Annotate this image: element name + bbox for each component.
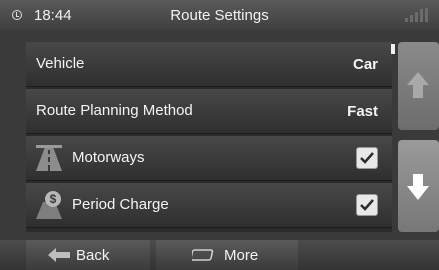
setting-label: Period Charge <box>72 196 169 213</box>
setting-row-motorways[interactable]: Motorways <box>26 136 392 181</box>
back-button[interactable]: Back <box>26 240 150 270</box>
setting-value: Fast <box>347 103 378 120</box>
setting-label: Route Planning Method <box>36 102 193 119</box>
motorways-checkbox[interactable] <box>356 147 378 169</box>
checkmark-icon <box>360 152 374 164</box>
motorway-icon <box>36 145 62 171</box>
back-arrow-icon <box>48 248 70 262</box>
setting-row-vehicle[interactable]: Vehicle Car <box>26 42 392 87</box>
arrow-down-icon <box>407 174 429 200</box>
scroll-up-button[interactable] <box>398 42 439 130</box>
setting-value: Car <box>352 56 378 73</box>
setting-row-period-charge[interactable]: $ Period Charge <box>26 183 392 228</box>
device-screen: 18:44 Route Settings Vehicle Car Route P… <box>0 0 439 270</box>
signal-strength-icon <box>405 8 429 22</box>
checkmark-icon <box>360 199 374 211</box>
more-icon <box>192 249 214 261</box>
setting-label: Vehicle <box>36 55 85 72</box>
status-bar: 18:44 Route Settings <box>0 0 439 30</box>
toll-charge-icon: $ <box>36 191 62 219</box>
period-charge-checkbox[interactable] <box>356 194 378 216</box>
back-button-label: Back <box>76 247 110 264</box>
arrow-up-icon <box>407 72 429 98</box>
scroll-down-button[interactable] <box>398 140 439 232</box>
page-title: Route Settings <box>170 7 269 24</box>
scrollbar-thumb[interactable] <box>391 44 395 54</box>
setting-row-route-planning-method[interactable]: Route Planning Method Fast <box>26 89 392 134</box>
settings-list: Vehicle Car Route Planning Method Fast M… <box>26 42 392 232</box>
setting-label: Motorways <box>72 149 145 166</box>
more-button-label: More <box>224 247 259 264</box>
more-button[interactable]: More <box>156 240 298 270</box>
svg-text:$: $ <box>50 192 57 206</box>
